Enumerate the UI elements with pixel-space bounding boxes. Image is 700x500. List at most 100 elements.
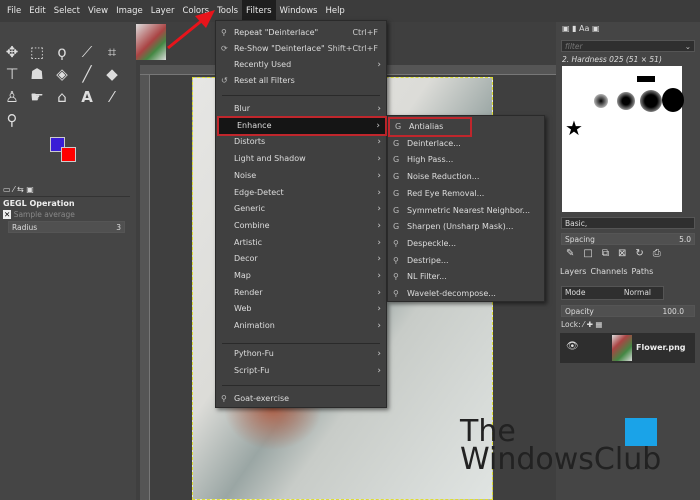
menu-item-artistic[interactable]: Artistic › xyxy=(216,235,386,251)
menu-file[interactable]: File xyxy=(3,0,25,22)
menu-edit[interactable]: Edit xyxy=(25,0,49,22)
fuzzy-select-tool-icon[interactable]: ⟋ xyxy=(77,42,97,62)
crop-tool-icon[interactable]: ⌗ xyxy=(102,42,122,62)
chevron-right-icon: › xyxy=(376,120,380,131)
menu-select[interactable]: Select xyxy=(50,0,84,22)
menu-item-red-eye-removal[interactable]: G Red Eye Removal... xyxy=(388,186,544,202)
menu-item-nl-filter[interactable]: ⚲ NL Filter... xyxy=(388,269,544,285)
opacity-spinner[interactable]: Opacity 100.0 xyxy=(561,305,695,317)
menu-item-map[interactable]: Map › xyxy=(216,268,386,284)
menu-item-antialias[interactable]: G Antialias xyxy=(388,117,472,137)
bucket-fill-icon[interactable]: ◈ xyxy=(52,64,72,84)
menu-item-script-fu[interactable]: Script-Fu › xyxy=(216,363,386,379)
menu-item-animation[interactable]: Animation › xyxy=(216,318,386,334)
brush-actions-icon[interactable]: ✎□⧉⊠↻⎙ xyxy=(566,248,670,259)
transform-tool-icon[interactable]: ⊤ xyxy=(2,64,22,84)
mode-select[interactable]: Mode Normal xyxy=(561,286,664,300)
menu-item-wavelet-decompose[interactable]: ⚲ Wavelet-decompose... xyxy=(388,286,544,302)
brush-tabs-icon[interactable]: ▣ ▮ Aa ▣ xyxy=(562,24,600,33)
menu-item-goat-exercise[interactable]: ⚲ Goat-exercise xyxy=(216,391,386,407)
label: Noise Reduction... xyxy=(407,172,480,182)
menu-item-deinterlace[interactable]: G Deinterlace... xyxy=(388,136,544,152)
plugin-icon: ⚲ xyxy=(393,289,399,298)
close-icon[interactable]: ✕ xyxy=(3,210,12,219)
spacing-spinner[interactable]: Spacing 5.0 xyxy=(561,233,695,245)
brush-tag-select[interactable]: Basic, xyxy=(561,217,695,229)
layer-row[interactable]: 👁 Flower.png xyxy=(560,333,695,363)
gegl-icon: G xyxy=(393,138,400,148)
tab-channels[interactable]: Channels xyxy=(590,267,627,276)
tool-options-panel: ▭ ⁄ ⇆ ▣ GEGL Operation ✕ Sample average … xyxy=(0,185,130,233)
paintbrush-icon[interactable]: ╱ xyxy=(77,64,97,84)
label: Web xyxy=(234,304,252,314)
menu-windows[interactable]: Windows xyxy=(276,0,322,22)
label: Map xyxy=(234,271,251,280)
menu-item-reset-filters[interactable]: ↺ Reset all Filters xyxy=(216,73,386,89)
clone-tool-icon[interactable]: ♙ xyxy=(2,87,22,107)
menu-view[interactable]: View xyxy=(84,0,112,22)
menu-item-decor[interactable]: Decor › xyxy=(216,251,386,267)
warp-tool-icon[interactable]: ☗ xyxy=(27,64,47,84)
rect-select-tool-icon[interactable]: ⬚ xyxy=(27,42,47,62)
chevron-right-icon: › xyxy=(377,104,381,114)
brush-filter-input[interactable]: filter ⌄ xyxy=(561,40,695,52)
gegl-icon: G xyxy=(393,188,400,198)
red-arrow-annotation xyxy=(167,10,215,50)
tab-layers[interactable]: Layers xyxy=(560,267,586,276)
smudge-tool-icon[interactable]: ☛ xyxy=(27,87,47,107)
menu-item-generic[interactable]: Generic › xyxy=(216,201,386,217)
menu-help[interactable]: Help xyxy=(321,0,348,22)
layer-thumbnail xyxy=(612,335,632,361)
gegl-icon: G xyxy=(393,172,400,182)
label: Artistic xyxy=(234,237,263,247)
menu-item-distorts[interactable]: Distorts › xyxy=(216,134,386,150)
menu-item-destripe[interactable]: ⚲ Destripe... xyxy=(388,253,544,269)
eraser-icon[interactable]: ◆ xyxy=(102,64,122,84)
label: Reset all Filters xyxy=(234,76,295,85)
label: Combine xyxy=(234,220,270,230)
menu-item-high-pass[interactable]: G High Pass... xyxy=(388,152,544,168)
radius-spinner[interactable]: Radius 3 xyxy=(8,221,125,233)
menu-item-symmetric-nearest-neighbor[interactable]: G Symmetric Nearest Neighbor... xyxy=(388,203,544,219)
menu-item-light-and-shadow[interactable]: Light and Shadow › xyxy=(216,151,386,167)
lock-label: Lock: xyxy=(561,320,581,329)
menu-item-reshow[interactable]: ⟳ Re-Show "Deinterlace" Shift+Ctrl+F xyxy=(216,41,386,57)
text-tool-icon[interactable]: A xyxy=(77,87,97,107)
menu-item-enhance[interactable]: Enhance › xyxy=(217,115,387,136)
sample-average-label: Sample average xyxy=(13,210,75,219)
menu-item-despeckle[interactable]: ⚲ Despeckle... xyxy=(388,236,544,252)
label: Blur xyxy=(234,104,251,113)
menu-item-blur[interactable]: Blur › xyxy=(216,101,386,117)
plugin-icon: ⚲ xyxy=(393,238,399,248)
menu-item-noise[interactable]: Noise › xyxy=(216,168,386,184)
menu-item-recently-used[interactable]: Recently Used › xyxy=(216,57,386,73)
menu-item-sharpen-unsharp-mask[interactable]: G Sharpen (Unsharp Mask)... xyxy=(388,219,544,235)
lasso-tool-icon[interactable]: ϙ xyxy=(52,42,72,62)
menu-item-web[interactable]: Web › xyxy=(216,301,386,317)
menu-item-combine[interactable]: Combine › xyxy=(216,218,386,234)
chevron-right-icon: › xyxy=(377,349,381,359)
chevron-right-icon: › xyxy=(377,60,381,70)
menu-item-python-fu[interactable]: Python-Fu › xyxy=(216,346,386,362)
background-color[interactable] xyxy=(61,147,76,162)
menu-filters[interactable]: Filters xyxy=(242,0,276,22)
color-picker-icon[interactable]: ⁄ xyxy=(102,87,122,107)
move-tool-icon[interactable]: ✥ xyxy=(2,42,22,62)
paths-tool-icon[interactable]: ⌂ xyxy=(52,87,72,107)
repeat-icon: ⚲ xyxy=(221,28,227,37)
menu-item-repeat[interactable]: ⚲ Repeat "Deinterlace" Ctrl+F xyxy=(216,25,386,41)
lock-icons[interactable]: ⁄ ✚ ▦ xyxy=(583,320,602,329)
label: Red Eye Removal... xyxy=(407,188,485,198)
menu-item-edge-detect[interactable]: Edge-Detect › xyxy=(216,185,386,201)
menu-image[interactable]: Image xyxy=(112,0,147,22)
label: Sharpen (Unsharp Mask)... xyxy=(407,222,514,232)
menu-item-render[interactable]: Render › xyxy=(216,285,386,301)
menu-item-noise-reduction[interactable]: G Noise Reduction... xyxy=(388,169,544,185)
separator xyxy=(222,343,380,344)
zoom-tool-icon[interactable]: ⚲ xyxy=(2,110,22,130)
tool-options-tabs-icon[interactable]: ▭ ⁄ ⇆ ▣ xyxy=(0,185,130,197)
sample-average-row[interactable]: ✕ Sample average xyxy=(0,210,130,219)
brush-grid[interactable]: ★ xyxy=(562,66,684,212)
eye-visibility-icon[interactable]: 👁 xyxy=(566,341,579,352)
tab-paths[interactable]: Paths xyxy=(632,267,654,276)
